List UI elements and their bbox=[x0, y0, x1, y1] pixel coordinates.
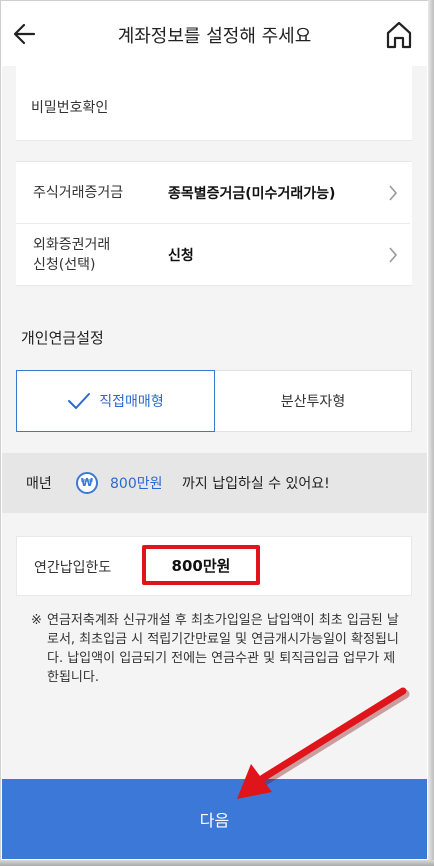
window-shadow-bottom bbox=[0, 860, 434, 866]
window-shadow-right bbox=[428, 0, 434, 866]
banner-amount: 800만원 bbox=[110, 476, 163, 492]
chevron-right-icon bbox=[389, 247, 398, 263]
settings-card: 주식거래증거금 종목별증거금(미수거래가능) 외화증권거래 신청(선택) 신청 bbox=[16, 161, 412, 286]
margin-row[interactable]: 주식거래증거금 종목별증거금(미수거래가능) bbox=[16, 162, 410, 224]
margin-value: 종목별증거금(미수거래가능) bbox=[168, 186, 336, 202]
annual-limit-card: 연간납입한도 800만원 bbox=[16, 536, 412, 596]
tab-direct-trading[interactable]: 직접매매형 bbox=[16, 370, 215, 432]
page-title: 계좌정보를 설정해 주세요 bbox=[117, 26, 312, 47]
app-frame: 계좌정보를 설정해 주세요 비밀번호확인 주식거래증거금 종목별증거금(미수거래… bbox=[0, 0, 434, 866]
password-confirm-label: 비밀번호확인 bbox=[31, 100, 109, 116]
banner-prefix: 매년 bbox=[26, 476, 52, 492]
annual-limit-label: 연간납입한도 bbox=[34, 560, 112, 576]
chevron-right-icon bbox=[389, 185, 398, 201]
annual-limit-value: 800만원 bbox=[142, 545, 260, 585]
home-icon[interactable] bbox=[385, 20, 413, 50]
header: 계좌정보를 설정해 주세요 bbox=[2, 2, 427, 66]
foreign-securities-row[interactable]: 외화증권거래 신청(선택) 신청 bbox=[16, 224, 410, 286]
won-icon: ₩ bbox=[76, 472, 98, 494]
margin-label: 주식거래증거금 bbox=[33, 185, 124, 201]
tab-diversified-investment-label: 분산투자형 bbox=[280, 394, 346, 410]
foreign-securities-value: 신청 bbox=[168, 248, 194, 264]
pension-section-title: 개인연금설정 bbox=[21, 329, 104, 347]
next-button[interactable]: 다음 bbox=[2, 779, 427, 859]
check-icon bbox=[68, 393, 91, 409]
notice-text: ※ 연금저축계좌 신규개설 후 최초가입일은 납입액이 최초 입금된 날로서, … bbox=[31, 611, 406, 687]
notice-body: 연금저축계좌 신규개설 후 최초가입일은 납입액이 최초 입금된 날로서, 최초… bbox=[47, 613, 399, 685]
notice-mark: ※ bbox=[31, 613, 42, 628]
next-button-label: 다음 bbox=[199, 811, 230, 830]
tab-diversified-investment[interactable]: 분산투자형 bbox=[215, 370, 412, 432]
password-confirm-card[interactable]: 비밀번호확인 bbox=[16, 66, 412, 141]
tab-direct-trading-label: 직접매매형 bbox=[99, 394, 164, 410]
contribution-banner: 매년 ₩ 800만원 까지 납입하실 수 있어요! bbox=[2, 453, 427, 513]
banner-suffix: 까지 납입하실 수 있어요! bbox=[182, 476, 330, 492]
foreign-securities-label: 외화증권거래 신청(선택) bbox=[33, 237, 111, 273]
